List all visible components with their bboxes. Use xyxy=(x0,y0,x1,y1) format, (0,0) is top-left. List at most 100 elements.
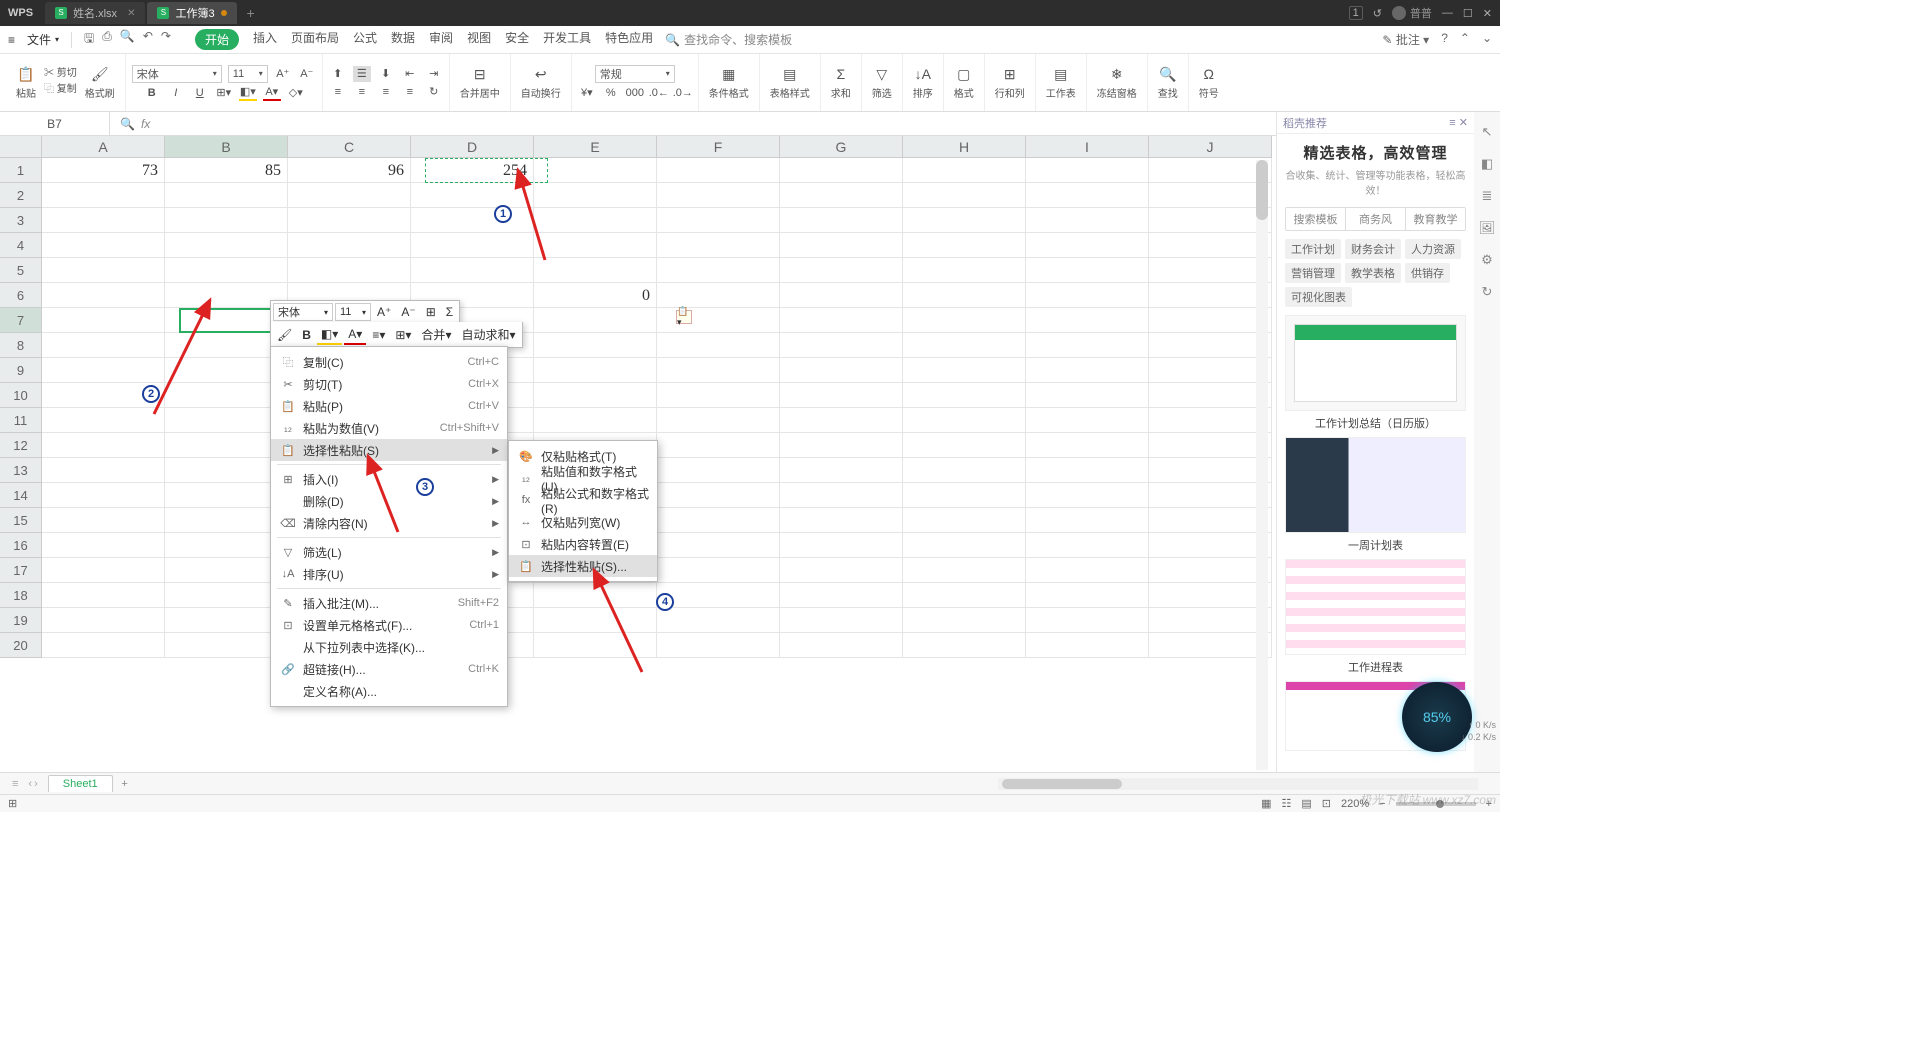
row-header-14[interactable]: 14 xyxy=(0,483,42,508)
italic-button[interactable]: I xyxy=(167,85,185,101)
cell-F17[interactable] xyxy=(657,558,780,583)
increase-font-icon[interactable]: A⁺ xyxy=(274,66,292,82)
col-header-E[interactable]: E xyxy=(534,136,657,157)
cell-J2[interactable] xyxy=(1149,183,1272,208)
cell-G11[interactable] xyxy=(780,408,903,433)
table-style-button[interactable]: ▤表格样式 xyxy=(766,63,814,102)
submenu-item[interactable]: 📋选择性粘贴(S)... xyxy=(509,555,657,577)
col-header-F[interactable]: F xyxy=(657,136,780,157)
cell-H7[interactable] xyxy=(903,308,1026,333)
cell-G18[interactable] xyxy=(780,583,903,608)
row-header-5[interactable]: 5 xyxy=(0,258,42,283)
cell-I11[interactable] xyxy=(1026,408,1149,433)
cell-F14[interactable] xyxy=(657,483,780,508)
row-header-17[interactable]: 17 xyxy=(0,558,42,583)
mini-sigma-button[interactable]: Σ xyxy=(442,303,457,321)
cell-J4[interactable] xyxy=(1149,233,1272,258)
font-select[interactable]: 宋体▾ xyxy=(132,65,222,83)
horizontal-scrollbar[interactable] xyxy=(998,778,1478,790)
cell-G7[interactable] xyxy=(780,308,903,333)
cell-G3[interactable] xyxy=(780,208,903,233)
cell-J20[interactable] xyxy=(1149,633,1272,658)
cell-D2[interactable] xyxy=(411,183,534,208)
cell-D1[interactable]: 254 xyxy=(411,158,534,183)
list-icon[interactable]: ≣ xyxy=(1482,188,1493,204)
indent-right-icon[interactable]: ⇥ xyxy=(425,66,443,82)
insert-function-icon[interactable]: 🔍 xyxy=(120,117,135,131)
cell-J19[interactable] xyxy=(1149,608,1272,633)
cell-J15[interactable] xyxy=(1149,508,1272,533)
cell-J1[interactable] xyxy=(1149,158,1272,183)
panel-close-icon[interactable]: ✕ xyxy=(1459,117,1468,129)
tab-security[interactable]: 安全 xyxy=(505,29,529,50)
ctx-item[interactable]: ⌫清除内容(N)▶ xyxy=(271,512,507,534)
cell-J12[interactable] xyxy=(1149,433,1272,458)
cell-A5[interactable] xyxy=(42,258,165,283)
cell-H14[interactable] xyxy=(903,483,1026,508)
align-middle-icon[interactable]: ☰ xyxy=(353,66,371,82)
cell-H2[interactable] xyxy=(903,183,1026,208)
close-icon[interactable]: ✕ xyxy=(127,8,135,19)
row-header-16[interactable]: 16 xyxy=(0,533,42,558)
cell-H11[interactable] xyxy=(903,408,1026,433)
cell-J7[interactable] xyxy=(1149,308,1272,333)
cell-H6[interactable] xyxy=(903,283,1026,308)
cell-E8[interactable] xyxy=(534,333,657,358)
cell-F6[interactable] xyxy=(657,283,780,308)
cell-G2[interactable] xyxy=(780,183,903,208)
cell-A16[interactable] xyxy=(42,533,165,558)
cell-G9[interactable] xyxy=(780,358,903,383)
cell-F20[interactable] xyxy=(657,633,780,658)
wrap-text-button[interactable]: ↩自动换行 xyxy=(517,63,565,102)
template-tag[interactable]: 供销存 xyxy=(1405,263,1450,283)
tab-insert[interactable]: 插入 xyxy=(253,29,277,50)
tab-formula[interactable]: 公式 xyxy=(353,29,377,50)
sum-button[interactable]: Σ求和 xyxy=(827,63,855,102)
cell-E19[interactable] xyxy=(534,608,657,633)
cell-I20[interactable] xyxy=(1026,633,1149,658)
document-tab-1[interactable]: S 姓名.xlsx ✕ xyxy=(45,2,145,24)
print-icon[interactable]: ⎙ xyxy=(102,29,112,50)
cell-A20[interactable] xyxy=(42,633,165,658)
ctx-item[interactable]: ↓A排序(U)▶ xyxy=(271,563,507,585)
paste-options-icon[interactable]: 📋▾ xyxy=(676,310,692,324)
cell-G16[interactable] xyxy=(780,533,903,558)
cell-I5[interactable] xyxy=(1026,258,1149,283)
col-header-C[interactable]: C xyxy=(288,136,411,157)
cell-A17[interactable] xyxy=(42,558,165,583)
cut-button[interactable]: ✂ 剪切 xyxy=(44,64,77,79)
cell-A3[interactable] xyxy=(42,208,165,233)
user-menu[interactable]: 普普 xyxy=(1392,5,1432,21)
cell-C3[interactable] xyxy=(288,208,411,233)
cell-F1[interactable] xyxy=(657,158,780,183)
cell-I8[interactable] xyxy=(1026,333,1149,358)
align-left-icon[interactable]: ≡ xyxy=(329,84,347,100)
cell-H17[interactable] xyxy=(903,558,1026,583)
tab-data[interactable]: 数据 xyxy=(391,29,415,50)
template-thumbnail[interactable] xyxy=(1285,559,1466,655)
cell-E2[interactable] xyxy=(534,183,657,208)
cell-E1[interactable] xyxy=(534,158,657,183)
cell-D3[interactable] xyxy=(411,208,534,233)
fx-label[interactable]: fx xyxy=(141,117,150,131)
mini-border-icon[interactable]: ⊞▾ xyxy=(391,326,415,344)
cell-F10[interactable] xyxy=(657,383,780,408)
mini-border-button[interactable]: ⊞ xyxy=(422,303,440,321)
add-sheet-button[interactable]: + xyxy=(115,778,135,790)
document-tab-2[interactable]: S 工作簿3 xyxy=(147,2,236,24)
cell-F2[interactable] xyxy=(657,183,780,208)
tab-view[interactable]: 视图 xyxy=(467,29,491,50)
cell-G17[interactable] xyxy=(780,558,903,583)
cell-J6[interactable] xyxy=(1149,283,1272,308)
cell-A1[interactable]: 73 xyxy=(42,158,165,183)
row-header-11[interactable]: 11 xyxy=(0,408,42,433)
select-all-corner[interactable] xyxy=(0,136,42,157)
row-header-8[interactable]: 8 xyxy=(0,333,42,358)
row-header-20[interactable]: 20 xyxy=(0,633,42,658)
preview-icon[interactable]: 🔍 xyxy=(120,29,135,50)
cell-H13[interactable] xyxy=(903,458,1026,483)
cell-J10[interactable] xyxy=(1149,383,1272,408)
panel-tab-search[interactable]: 搜索模板 xyxy=(1286,208,1346,230)
select-icon[interactable]: ↖ xyxy=(1482,124,1493,140)
submenu-item[interactable]: ⊡粘贴内容转置(E) xyxy=(509,533,657,555)
